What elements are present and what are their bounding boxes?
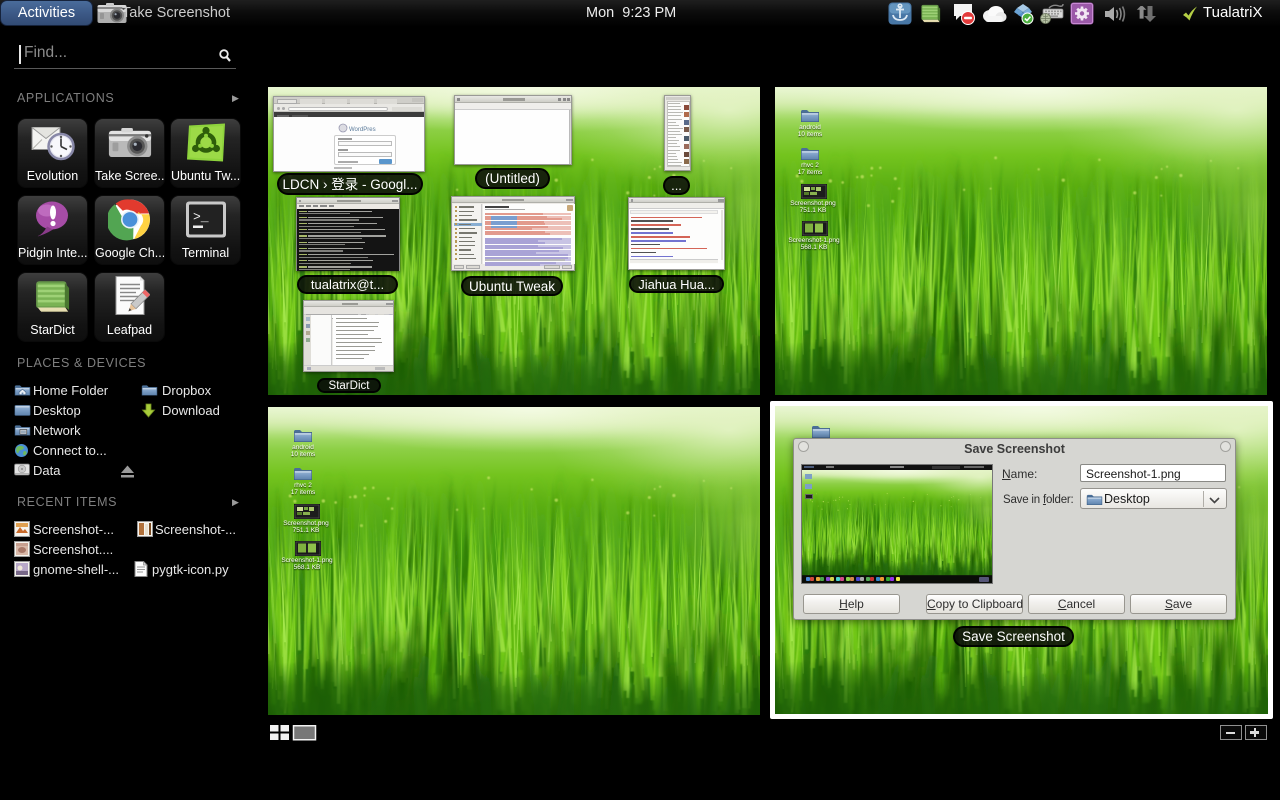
svg-text:WordPress: WordPress	[349, 127, 376, 133]
svg-text:>_: >_	[193, 210, 209, 225]
